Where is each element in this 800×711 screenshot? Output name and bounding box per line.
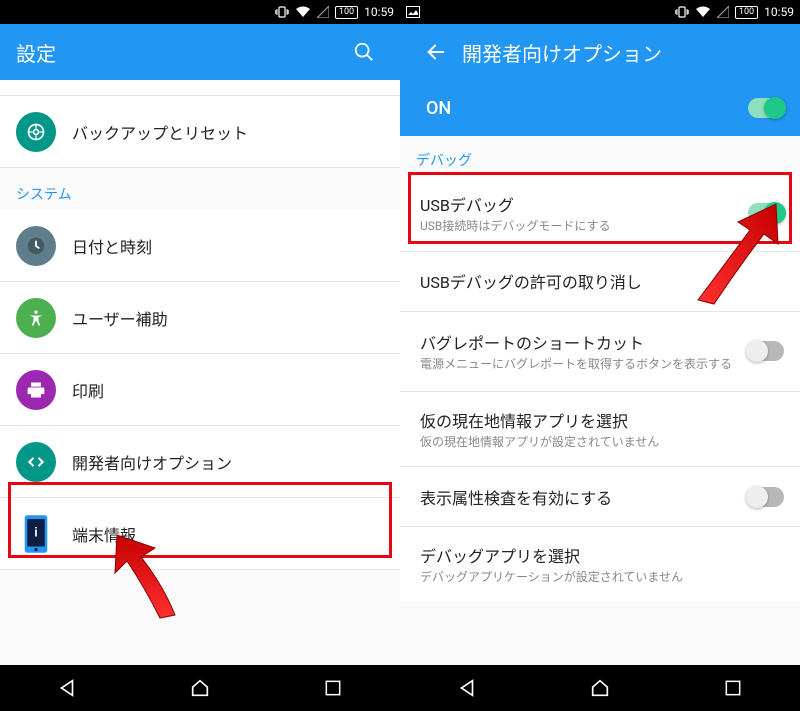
settings-item-developer[interactable]: 開発者向けオプション (0, 426, 400, 498)
settings-item-backup[interactable]: バックアップとリセット (0, 96, 400, 168)
appbar-settings: 設定 (0, 24, 400, 80)
appbar-developer: 開発者向けオプション (400, 24, 800, 80)
status-bar: 100 10:59 (0, 0, 400, 24)
bug-report-switch[interactable] (748, 341, 784, 361)
divider (0, 80, 400, 96)
wifi-icon (695, 6, 711, 18)
search-button[interactable] (344, 32, 384, 72)
battery-icon: 100 (735, 6, 758, 19)
option-usb-revoke[interactable]: USBデバッグの許可の取り消し (400, 252, 800, 312)
status-time: 10:59 (764, 5, 794, 19)
picture-icon (406, 6, 420, 18)
accessibility-icon (16, 298, 56, 338)
view-attr-switch[interactable] (748, 487, 784, 507)
master-switch[interactable] (748, 98, 784, 118)
master-toggle[interactable]: ON (400, 80, 800, 136)
settings-item-print[interactable]: 印刷 (0, 354, 400, 426)
option-mock-location[interactable]: 仮の現在地情報アプリを選択 仮の現在地情報アプリが設定されていません (400, 392, 800, 468)
option-usb-debug[interactable]: USBデバッグ USB接続時はデバッグモードにする (400, 176, 800, 252)
nav-back[interactable] (437, 670, 497, 706)
section-header-system: システム (0, 168, 400, 210)
nav-home[interactable] (170, 670, 230, 706)
option-bug-report[interactable]: バグレポートのショートカット 電源メニューにバグレポートを取得するボタンを表示す… (400, 312, 800, 392)
about-icon: i (16, 514, 56, 554)
status-bar: 100 10:59 (400, 0, 800, 24)
nav-bar (0, 665, 400, 711)
page-title: 設定 (16, 38, 344, 67)
usb-debug-switch[interactable] (748, 203, 784, 223)
page-title: 開発者向けオプション (462, 38, 784, 67)
backup-icon (16, 112, 56, 152)
nav-home[interactable] (570, 670, 630, 706)
nav-bar (400, 665, 800, 711)
wifi-icon (295, 6, 311, 18)
nav-back[interactable] (37, 670, 97, 706)
nav-recent[interactable] (303, 670, 363, 706)
section-header-debug: デバッグ (400, 144, 800, 176)
signal-icon (317, 6, 329, 18)
screen-settings: 100 10:59 設定 バックアップとリセット システム 日付 (0, 0, 400, 711)
signal-icon (717, 6, 729, 18)
settings-item-accessibility[interactable]: ユーザー補助 (0, 282, 400, 354)
clock-icon (16, 226, 56, 266)
screen-developer-options: 100 10:59 開発者向けオプション ON デバッグ USBデバッグ USB… (400, 0, 800, 711)
developer-icon (16, 442, 56, 482)
option-view-attr[interactable]: 表示属性検査を有効にする (400, 467, 800, 527)
vibrate-icon (675, 6, 689, 18)
option-debug-app[interactable]: デバッグアプリを選択 デバッグアプリケーションが設定されていません (400, 527, 800, 602)
battery-icon: 100 (335, 6, 358, 19)
svg-text:i: i (34, 525, 37, 539)
vibrate-icon (275, 6, 289, 18)
settings-item-about[interactable]: i 端末情報 (0, 498, 400, 570)
nav-recent[interactable] (703, 670, 763, 706)
status-time: 10:59 (364, 5, 394, 19)
print-icon (16, 370, 56, 410)
settings-item-date[interactable]: 日付と時刻 (0, 210, 400, 282)
back-button[interactable] (416, 32, 456, 72)
